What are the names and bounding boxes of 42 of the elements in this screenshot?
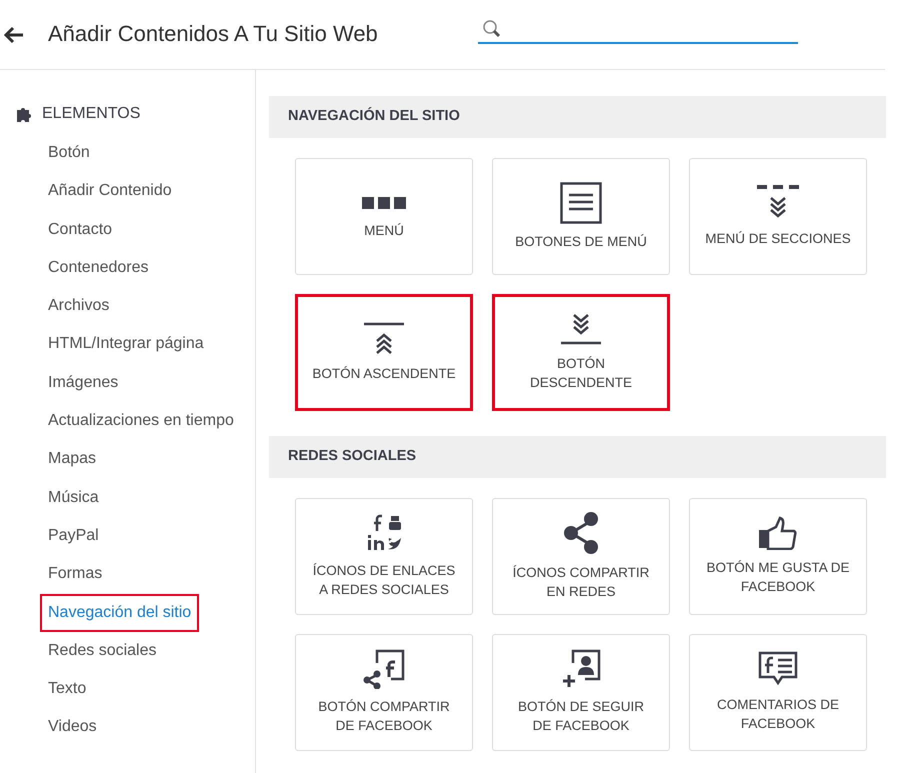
scroll-down-icon <box>561 312 601 346</box>
sidebar-item[interactable]: HTML/Integrar página <box>40 325 212 364</box>
thumbs-up-icon <box>758 516 798 550</box>
element-tile[interactable]: BOTONES DE MENÚ <box>492 158 670 275</box>
section-header: REDES SOCIALES <box>269 436 886 478</box>
sidebar-item[interactable]: Botón <box>40 134 98 172</box>
sidebar-item[interactable]: Música <box>40 478 107 517</box>
sidebar-item[interactable]: Contacto <box>40 210 120 249</box>
scroll-up-icon <box>364 322 404 356</box>
element-tile[interactable]: BOTÓN DE SEGUIR DE FACEBOOK <box>492 634 670 750</box>
sidebar-item[interactable]: Navegación del sitio <box>40 594 200 632</box>
sidebar-item[interactable]: Videos <box>40 708 105 747</box>
sidebar-item[interactable]: PayPal <box>40 516 107 556</box>
sidebar-item[interactable]: Imágenes <box>40 364 126 402</box>
element-tile[interactable]: COMENTARIOS DE FACEBOOK <box>689 634 867 750</box>
search-icon <box>482 18 502 38</box>
sidebar-item[interactable]: Texto <box>40 670 94 708</box>
section-header: NAVEGACIÓN DEL SITIO <box>269 96 886 138</box>
list-icon <box>560 182 602 224</box>
facebook-share-icon <box>363 649 405 689</box>
sidebar-item[interactable]: Actualizaciones en tiempo <box>40 402 242 440</box>
sidebar-item[interactable]: Archivos <box>40 287 118 326</box>
element-tile[interactable]: ÍCONOS DE ENLACES A REDES SOCIALES <box>295 498 473 614</box>
element-tile[interactable]: MENÚ <box>295 158 473 275</box>
element-tile[interactable]: BOTÓN COMPARTIR DE FACEBOOK <box>295 634 473 750</box>
sidebar-item[interactable]: Redes sociales <box>40 632 164 670</box>
element-tile[interactable]: BOTÓN ME GUSTA DE FACEBOOK <box>689 498 867 614</box>
element-tile[interactable]: BOTÓN ASCENDENTE <box>295 294 473 411</box>
facebook-comment-icon <box>758 651 798 687</box>
element-tile[interactable]: ÍCONOS COMPARTIR EN REDES <box>492 498 670 614</box>
sidebar-heading: ELEMENTOS <box>42 104 140 124</box>
sidebar-item[interactable]: Añadir Contenido <box>40 172 180 211</box>
share-icon <box>563 511 599 555</box>
page-title: Añadir Contenidos A Tu Sitio Web <box>48 21 378 48</box>
sidebar-item[interactable]: Contenedores <box>40 248 157 288</box>
element-tile[interactable]: MENÚ DE SECCIONES <box>689 158 867 275</box>
element-tile[interactable]: BOTÓN DESCENDENTE <box>492 294 670 411</box>
puzzle-icon <box>16 105 34 123</box>
sidebar-item[interactable]: Mapas <box>40 440 104 479</box>
back-arrow-icon[interactable] <box>4 26 24 44</box>
sidebar-item[interactable]: Formas <box>40 555 110 594</box>
add-contact-icon <box>561 649 601 689</box>
